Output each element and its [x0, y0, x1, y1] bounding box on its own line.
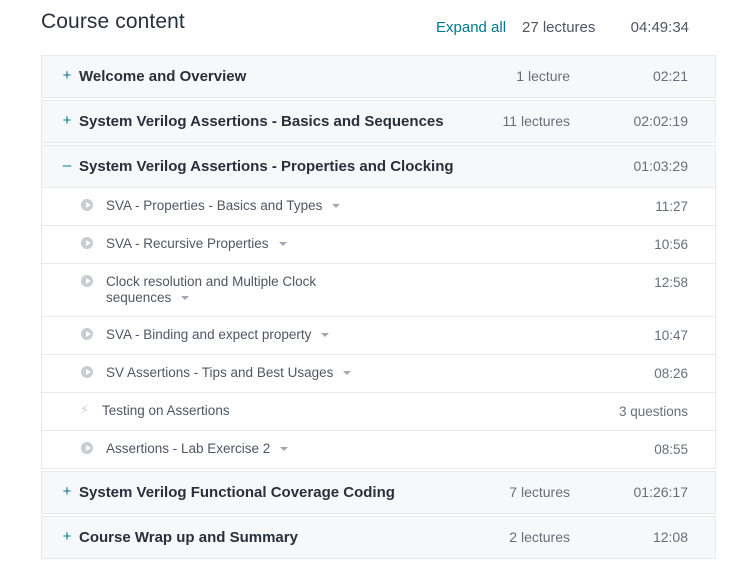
section-duration: 12:08 [652, 529, 688, 545]
lecture-title-line1: Clock resolution and Multiple Clock [106, 274, 317, 289]
lecture-title-wrap: SVA - Recursive Properties [106, 236, 366, 252]
section-lecture-count: 2 lectures [509, 529, 570, 545]
quiz-item[interactable]: ⚡︎ Testing on Assertions 3 questions [42, 393, 715, 431]
course-content-header: Course content Expand all 27 lectures 04… [41, 8, 689, 44]
section-header[interactable]: + System Verilog Functional Coverage Cod… [42, 472, 715, 513]
play-circle-icon [81, 199, 93, 211]
chevron-down-icon[interactable] [181, 296, 190, 301]
lecture-title-line2: sequences [106, 290, 172, 305]
chevron-down-icon[interactable] [321, 333, 330, 338]
lecture-title-wrap: SVA - Binding and expect property [106, 327, 366, 343]
lecture-duration: 12:58 [654, 275, 688, 290]
lecture-title-wrap: SVA - Properties - Basics and Types [106, 198, 366, 214]
lecture-title: SVA - Binding and expect property [106, 327, 312, 342]
chevron-down-icon[interactable] [278, 242, 287, 247]
section-title: Course Wrap up and Summary [79, 529, 298, 546]
lecture-duration: 10:47 [654, 328, 688, 343]
section-lecture-count: 7 lectures [509, 484, 570, 500]
expand-toggle-icon: + [62, 528, 72, 545]
lecture-title-wrap: Clock resolution and Multiple Clock seque… [106, 274, 366, 306]
lecture-item[interactable]: Assertions - Lab Exercise 2 08:55 [42, 431, 715, 468]
play-circle-icon [81, 366, 93, 378]
section-duration: 01:03:29 [633, 158, 689, 174]
section-lecture-count: 1 lecture [516, 68, 570, 84]
expand-toggle-icon: + [62, 483, 72, 500]
section-title: System Verilog Assertions - Properties a… [79, 158, 454, 175]
expand-toggle-icon: + [62, 67, 72, 84]
section-sva-basics-and-sequences: + System Verilog Assertions - Basics and… [41, 100, 716, 143]
section-title: System Verilog Functional Coverage Codin… [79, 484, 395, 501]
play-circle-icon [81, 442, 93, 454]
lecture-item[interactable]: SV Assertions - Tips and Best Usages 08:… [42, 355, 715, 393]
lecture-item[interactable]: SVA - Recursive Properties 10:56 [42, 226, 715, 264]
section-header[interactable]: – System Verilog Assertions - Properties… [42, 146, 715, 188]
total-duration: 04:49:34 [630, 19, 689, 36]
section-course-wrap-up: + Course Wrap up and Summary 2 lectures … [41, 516, 716, 559]
collapse-toggle-icon: – [62, 157, 72, 174]
expand-toggle-icon: + [62, 112, 72, 129]
play-circle-icon [81, 275, 93, 287]
section-duration: 02:21 [652, 68, 688, 84]
lecture-item[interactable]: SVA - Properties - Basics and Types 11:2… [42, 188, 715, 226]
lecture-title-wrap: SV Assertions - Tips and Best Usages [106, 365, 366, 381]
section-welcome-and-overview: + Welcome and Overview 1 lecture 02:21 [41, 55, 716, 98]
play-circle-icon [81, 328, 93, 340]
play-circle-icon [81, 237, 93, 249]
section-header[interactable]: + Welcome and Overview 1 lecture 02:21 [42, 56, 715, 97]
chevron-down-icon[interactable] [332, 204, 341, 209]
page-title: Course content [41, 10, 185, 33]
section-header[interactable]: + Course Wrap up and Summary 2 lectures … [42, 517, 715, 558]
quiz-question-count: 3 questions [618, 404, 688, 419]
lightning-icon: ⚡︎ [80, 402, 90, 417]
section-lecture-count: 11 lectures [502, 113, 570, 129]
lecture-title: SVA - Properties - Basics and Types [106, 198, 323, 213]
lecture-title-wrap: Assertions - Lab Exercise 2 [106, 441, 366, 457]
lecture-title: SV Assertions - Tips and Best Usages [106, 365, 334, 380]
lecture-item[interactable]: SVA - Binding and expect property 10:47 [42, 317, 715, 355]
section-header[interactable]: + System Verilog Assertions - Basics and… [42, 101, 715, 142]
lecture-duration: 08:55 [654, 442, 688, 457]
section-duration: 01:26:17 [633, 484, 689, 500]
lecture-duration: 10:56 [654, 237, 688, 252]
lecture-duration: 08:26 [654, 366, 688, 381]
section-duration: 02:02:19 [633, 113, 689, 129]
quiz-title: Testing on Assertions [102, 403, 230, 418]
section-title: System Verilog Assertions - Basics and S… [79, 113, 444, 130]
lecture-title: Assertions - Lab Exercise 2 [106, 441, 271, 456]
lecture-duration: 11:27 [655, 199, 688, 214]
chevron-down-icon[interactable] [280, 447, 289, 452]
expand-all-link[interactable]: Expand all [436, 19, 506, 36]
lecture-title: SVA - Recursive Properties [106, 236, 269, 251]
section-title: Welcome and Overview [79, 68, 247, 85]
section-sva-properties-and-clocking: – System Verilog Assertions - Properties… [41, 145, 716, 469]
chevron-down-icon[interactable] [343, 371, 352, 376]
total-lectures: 27 lectures [522, 19, 596, 36]
lecture-list: SVA - Properties - Basics and Types 11:2… [42, 188, 715, 468]
lecture-item[interactable]: Clock resolution and Multiple Clock seque… [42, 264, 715, 317]
curriculum: + Welcome and Overview 1 lecture 02:21 +… [41, 55, 716, 561]
section-functional-coverage-coding: + System Verilog Functional Coverage Cod… [41, 471, 716, 514]
